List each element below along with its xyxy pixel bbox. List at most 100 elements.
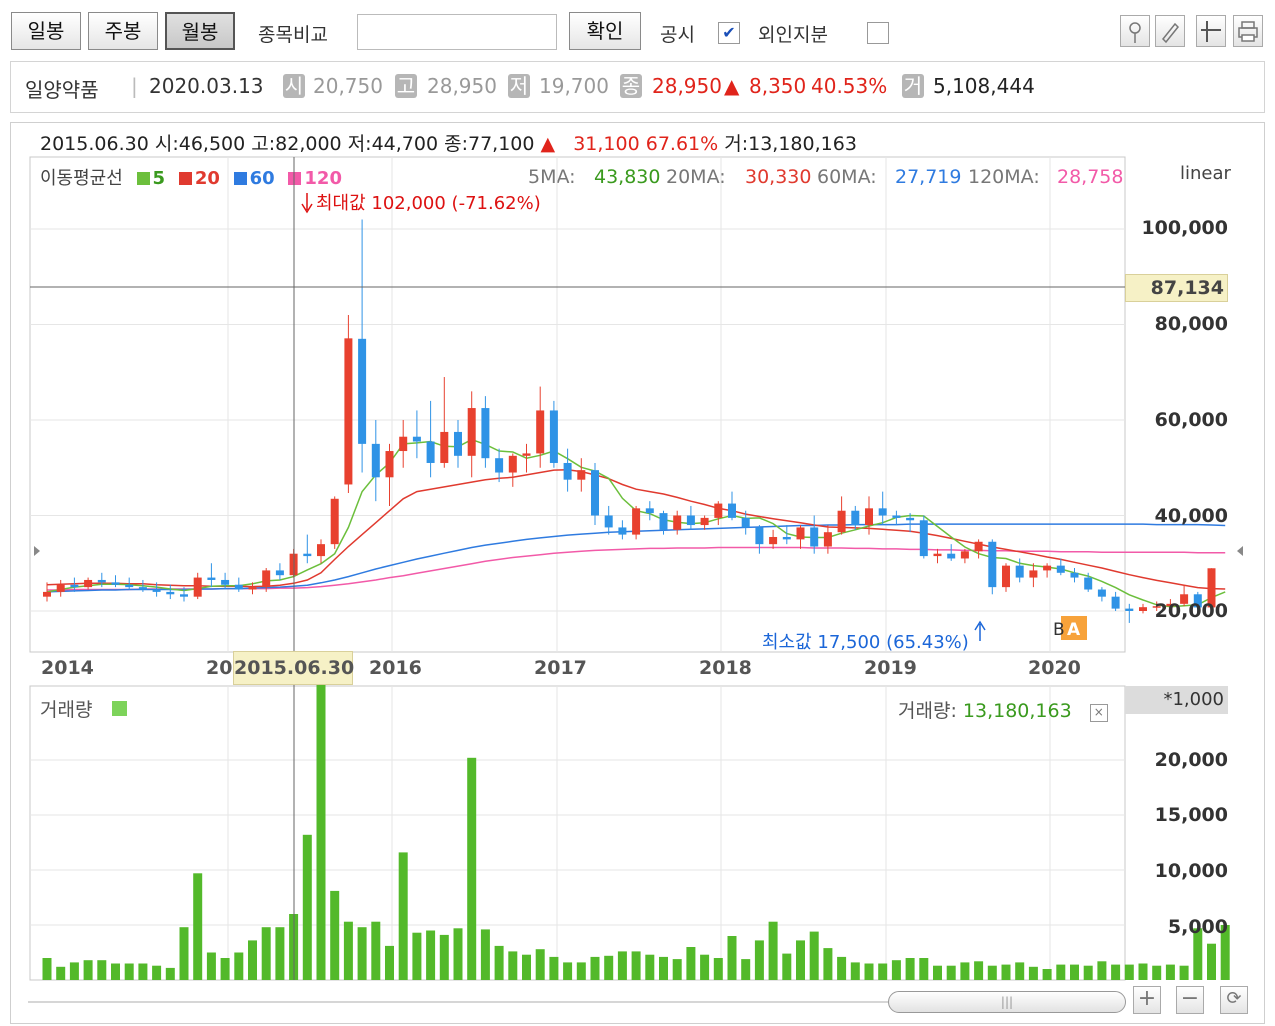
vol-tick-20000: 20,000 [1154,749,1228,771]
chart-panel[interactable] [10,122,1265,1024]
toolbar: 일봉 주봉 월봉 종목비교 확인 공시 ✔ 외인지분 [0,0,1275,58]
vol-tick-5000: 5,000 [1167,916,1228,938]
ma60-label: 60MA: [817,166,877,188]
crosshair-icon[interactable] [1120,15,1150,47]
cursor-change-pct: 67.61% [645,133,719,155]
volume-badge: 거 [902,74,924,98]
close-badge: 종 [620,74,642,98]
reset-button[interactable]: ⟳ [1220,986,1248,1014]
vol-tick-15000: 15,000 [1154,804,1228,826]
cursor-change: 31,100 [573,133,640,155]
x-tick-2018: 2018 [699,657,752,679]
volume-title-text: 거래량 [40,699,93,721]
vol-tick-10000: 10,000 [1154,860,1228,882]
ma60-period: 60 [249,168,275,189]
open-value: 20,750 [313,74,383,98]
ma-title: 이동평균선 [40,168,123,189]
stock-info-bar: 일양약품 | 2020.03.13 시 20,750 고 28,950 저 19… [10,61,1265,113]
disclosure-checkbox[interactable]: ✔ [718,22,740,44]
stock-date: 2020.03.13 [149,74,264,98]
cursor-high-label: 고: [251,133,276,155]
change-value: 8,350 [749,74,807,98]
compare-label: 종목비교 [258,24,328,46]
x-tick-2016: 2016 [369,657,422,679]
cursor-close: 77,100 [468,133,535,155]
volume-unit: *1,000 [1125,686,1228,714]
scroll-track[interactable] [28,1001,888,1003]
y-tick-20000: 20,000 [1154,600,1228,622]
x-tick-2017: 2017 [534,657,587,679]
low-badge-text: 저 [508,74,530,98]
pencil-icon[interactable] [1155,15,1185,47]
zoom-in-button[interactable]: + [1133,986,1161,1014]
date-marker: 2015.06.30 [233,651,354,685]
disclosure-label: 공시 [660,24,695,46]
tab-weekly[interactable]: 주봉 [88,12,158,50]
x-tick-2019: 2019 [864,657,917,679]
foreign-checkbox[interactable] [867,22,889,44]
stock-name: 일양약품 [25,78,99,102]
volume-readout-label: 거래량: [898,700,957,722]
ma120-swatch [288,172,302,185]
min-label: 최소값 17,500 (65.43%) [762,632,969,653]
ma20-period: 20 [194,168,220,189]
cursor-open-label: 시: [154,133,179,155]
open-badge: 시 [283,74,305,98]
cursor-close-label: 종: [444,133,468,155]
close-badge-text: 종 [620,74,642,98]
cursor-arrow: ▲ [540,133,556,155]
volume-swatch [112,701,128,716]
y-tick-60000: 60,000 [1154,409,1228,431]
tab-monthly[interactable]: 월봉 [165,12,235,50]
cursor-low: 44,700 [371,133,439,155]
ma20-swatch [178,172,192,185]
zoom-out-button[interactable]: − [1176,986,1204,1014]
ma5-value: 43,830 [594,166,661,188]
scroll-thumb[interactable]: ||| [888,991,1126,1013]
cursor-volume: 13,180,163 [748,133,857,155]
ma20-value: 30,330 [745,166,812,188]
volume-value: 5,108,444 [933,74,1035,98]
ma60-value: 27,719 [895,166,962,188]
max-label: 최대값 102,000 (-71.62%) [300,189,541,215]
ma5-swatch [136,172,150,185]
cursor-low-label: 저: [347,133,372,155]
volume-badge-text: 거 [902,74,924,98]
cursor-open: 46,500 [178,133,246,155]
divider: | [131,74,138,98]
ma120-value: 28,758 [1057,166,1124,188]
foreign-label: 외인지분 [758,24,828,46]
ma5-label: 5MA: [528,166,576,188]
cursor-date: 2015.06.30 [40,133,149,155]
ma120-label: 120MA: [968,166,1040,188]
ma120-period: 120 [304,168,342,189]
print-icon[interactable] [1233,15,1263,47]
open-badge-text: 시 [283,74,305,98]
cursor-icon[interactable] [1196,15,1226,47]
compare-input[interactable] [357,14,557,50]
close-value: 28,950 [652,74,722,98]
high-badge-text: 고 [395,74,417,98]
tab-daily[interactable]: 일봉 [11,12,81,50]
low-value: 19,700 [539,74,609,98]
change-percent: 40.53% [811,74,888,98]
ma60-swatch [233,172,247,185]
ma-legend: 이동평균선 5 20 60 120 [40,164,342,190]
x-tick-2015: 20 [206,657,233,679]
x-tick-2014: 2014 [41,657,94,679]
high-badge: 고 [395,74,417,98]
change-arrow: ▲ [724,74,740,98]
scale-mode[interactable]: linear [1180,163,1231,184]
cursor-volume-label: 거: [724,133,749,155]
low-badge: 저 [508,74,530,98]
y-tick-80000: 80,000 [1154,313,1228,335]
price-marker: 87,134 [1125,274,1228,302]
y-tick-100000: 100,000 [1141,217,1228,239]
confirm-button[interactable]: 확인 [569,12,641,50]
volume-title: 거래량 [40,695,128,722]
volume-readout-value: 13,180,163 [962,700,1072,722]
x-tick-2020: 2020 [1028,657,1081,679]
ma20-label: 20MA: [666,166,726,188]
close-icon[interactable]: × [1089,704,1108,722]
high-value: 28,950 [427,74,497,98]
